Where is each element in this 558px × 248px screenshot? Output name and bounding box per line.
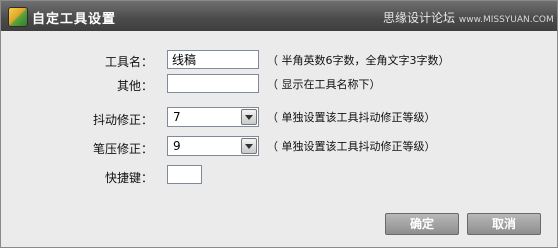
shortcut-label: 快捷键： — [104, 171, 153, 185]
other-label: 其他： — [116, 79, 153, 93]
pressure-select[interactable]: 9 — [167, 136, 259, 156]
stabilizer-value: 7 — [173, 110, 181, 124]
pressure-label: 笔压修正： — [92, 142, 153, 156]
pressure-value: 9 — [173, 139, 181, 153]
tool-name-hint: （ 半角英数6字数，全角文字3字数） — [267, 54, 450, 67]
stabilizer-hint: （ 单独设置该工具抖动修正等级） — [267, 111, 436, 124]
app-icon — [8, 7, 28, 27]
other-hint: （ 显示在工具名称下） — [267, 78, 381, 91]
dialog-title: 自定工具设置 — [32, 12, 117, 27]
pressure-hint: （ 单独设置该工具抖动修正等级） — [267, 140, 436, 153]
watermark-sub: www.MISSYUAN.COM — [458, 15, 554, 25]
watermark: 思缘设计论坛 www.MISSYUAN.COM — [383, 9, 554, 26]
custom-tool-settings-dialog: 自定工具设置 思缘设计论坛 www.MISSYUAN.COM 工具名： （ 半角… — [0, 0, 558, 248]
watermark-text: 思缘设计论坛 — [383, 11, 456, 25]
other-input[interactable] — [167, 74, 259, 93]
chevron-down-icon[interactable] — [241, 109, 257, 125]
stabilizer-select[interactable]: 7 — [167, 107, 259, 127]
stabilizer-label: 抖动修正： — [92, 113, 153, 127]
tool-name-label: 工具名： — [104, 55, 153, 69]
shortcut-input[interactable] — [167, 165, 202, 184]
cancel-button[interactable]: 取消 — [467, 213, 541, 235]
chevron-down-icon[interactable] — [241, 138, 257, 154]
tool-name-input[interactable] — [167, 50, 259, 69]
title-bar[interactable]: 自定工具设置 思缘设计论坛 www.MISSYUAN.COM — [1, 1, 557, 31]
ok-button[interactable]: 确定 — [385, 213, 459, 235]
